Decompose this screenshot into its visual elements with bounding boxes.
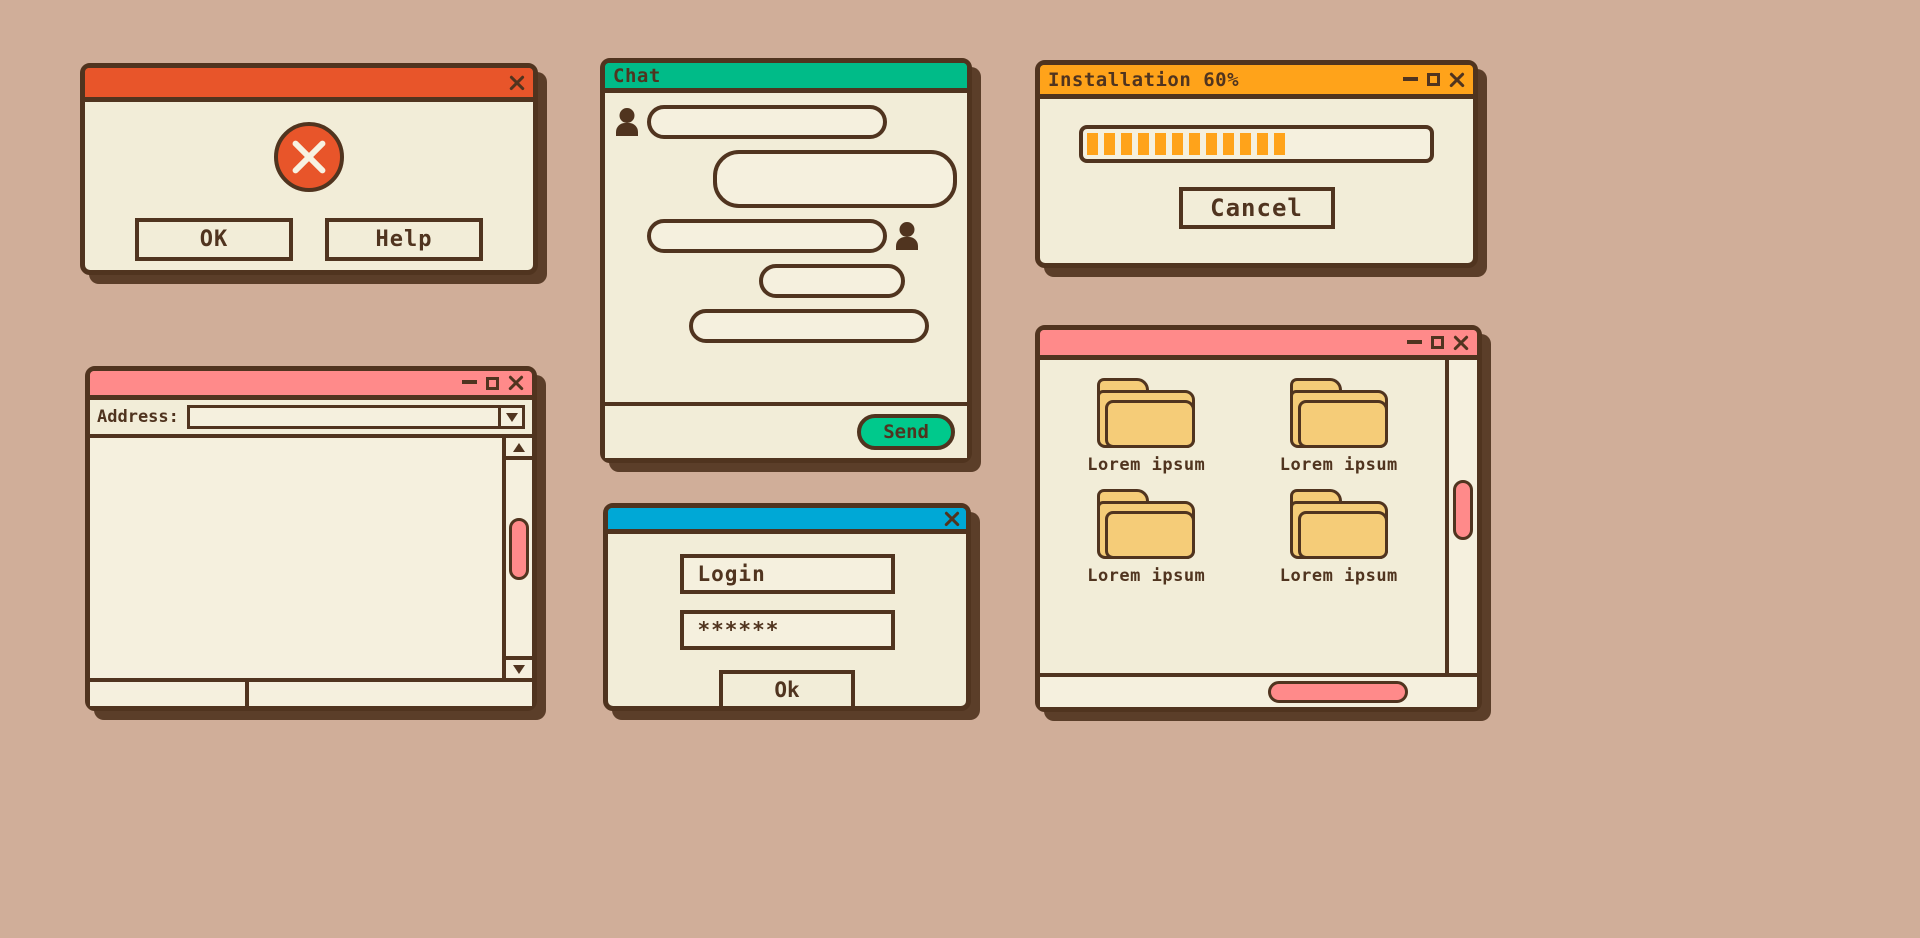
- username-field[interactable]: Login: [679, 554, 895, 594]
- error-dialog-window[interactable]: OK Help: [80, 63, 538, 275]
- chat-window[interactable]: Chat Send: [600, 58, 972, 463]
- browser-window[interactable]: Address:: [85, 366, 537, 711]
- close-icon[interactable]: [509, 75, 525, 91]
- address-dropdown-button[interactable]: [498, 408, 522, 426]
- password-field[interactable]: ******: [679, 610, 895, 650]
- folder-grid: Lorem ipsum Lorem ipsum Lorem ipsum Lore…: [1040, 360, 1449, 673]
- folder-item[interactable]: Lorem ipsum: [1050, 489, 1243, 586]
- installer-window[interactable]: Installation 60% Cancel: [1035, 60, 1478, 268]
- progress-bar: [1079, 125, 1434, 163]
- ok-button[interactable]: Ok: [719, 670, 855, 710]
- installer-window-controls[interactable]: [1403, 72, 1465, 88]
- close-icon[interactable]: [945, 512, 958, 525]
- address-input[interactable]: [190, 408, 498, 426]
- triangle-down-icon: [513, 664, 525, 674]
- chat-bubble[interactable]: [647, 219, 887, 253]
- error-dialog-body: OK Help: [85, 102, 533, 270]
- close-icon[interactable]: [1449, 72, 1465, 88]
- error-dialog-button-row: OK Help: [85, 218, 533, 261]
- file-explorer-main: Lorem ipsum Lorem ipsum Lorem ipsum Lore…: [1040, 360, 1477, 673]
- progress-bar-fill: [1087, 133, 1291, 155]
- login-window[interactable]: Login ****** Ok: [603, 503, 971, 711]
- triangle-up-icon: [513, 442, 525, 452]
- error-x-circle-icon: [274, 122, 344, 192]
- maximize-icon[interactable]: [1427, 73, 1440, 86]
- help-button[interactable]: Help: [325, 218, 483, 261]
- close-icon[interactable]: [508, 375, 524, 391]
- scroll-thumb-horizontal[interactable]: [1268, 681, 1408, 703]
- chat-message-row: [615, 219, 957, 253]
- send-button[interactable]: Send: [857, 414, 955, 450]
- user-avatar-icon: [895, 222, 919, 250]
- installer-titlebar[interactable]: Installation 60%: [1040, 65, 1473, 99]
- user-avatar-icon: [615, 108, 639, 136]
- address-field[interactable]: [186, 405, 525, 429]
- minimize-icon[interactable]: [462, 380, 477, 384]
- login-body: Login ****** Ok: [608, 534, 966, 710]
- folder-label: Lorem ipsum: [1087, 566, 1206, 586]
- scroll-up-button[interactable]: [506, 438, 532, 460]
- login-titlebar[interactable]: [608, 508, 966, 534]
- folder-icon: [1097, 489, 1196, 559]
- chat-bubble[interactable]: [759, 264, 905, 298]
- chat-message-row: [615, 105, 957, 139]
- chevron-down-icon: [505, 412, 518, 422]
- browser-content-row: [90, 438, 532, 678]
- browser-address-bar: Address:: [90, 400, 532, 438]
- login-window-controls[interactable]: [945, 512, 958, 525]
- installer-body: Cancel: [1040, 99, 1473, 263]
- folder-icon: [1289, 489, 1388, 559]
- file-explorer-window[interactable]: Lorem ipsum Lorem ipsum Lorem ipsum Lore…: [1035, 325, 1482, 712]
- chat-title: Chat: [613, 64, 661, 87]
- chat-footer: Send: [605, 402, 967, 458]
- file-explorer-vertical-scrollbar[interactable]: [1449, 360, 1477, 673]
- folder-icon: [1097, 378, 1196, 448]
- scroll-track[interactable]: [506, 460, 532, 656]
- file-explorer-window-controls[interactable]: [1407, 335, 1469, 351]
- chat-message-row: [615, 264, 957, 298]
- desktop-canvas: OK Help Address: Chat Send Login ****** …: [0, 0, 1920, 938]
- scroll-thumb[interactable]: [1453, 480, 1473, 540]
- chat-titlebar[interactable]: Chat: [605, 63, 967, 93]
- error-dialog-window-controls[interactable]: [509, 75, 525, 91]
- status-pane-right: [249, 682, 532, 706]
- browser-body: Address:: [90, 400, 532, 706]
- maximize-icon[interactable]: [486, 376, 499, 390]
- chat-message-row: [615, 309, 957, 343]
- browser-status-bar: [90, 678, 532, 706]
- chat-body: Send: [605, 93, 967, 458]
- error-dialog-titlebar[interactable]: [85, 68, 533, 102]
- scroll-thumb[interactable]: [509, 518, 529, 580]
- browser-vertical-scrollbar[interactable]: [506, 438, 532, 678]
- minimize-icon[interactable]: [1403, 76, 1418, 81]
- status-pane-left: [90, 682, 250, 706]
- file-explorer-body: Lorem ipsum Lorem ipsum Lorem ipsum Lore…: [1040, 360, 1477, 707]
- folder-label: Lorem ipsum: [1279, 455, 1398, 475]
- chat-bubble[interactable]: [689, 309, 929, 343]
- chat-bubble[interactable]: [713, 150, 957, 208]
- minimize-icon[interactable]: [1407, 339, 1422, 344]
- installer-title: Installation 60%: [1048, 68, 1240, 91]
- scroll-down-button[interactable]: [506, 656, 532, 678]
- chat-message-list: [605, 93, 967, 402]
- browser-window-controls[interactable]: [462, 375, 524, 391]
- folder-item[interactable]: Lorem ipsum: [1243, 378, 1436, 475]
- folder-icon: [1289, 378, 1388, 448]
- cancel-button[interactable]: Cancel: [1178, 187, 1335, 229]
- folder-item[interactable]: Lorem ipsum: [1050, 378, 1243, 475]
- chat-bubble[interactable]: [647, 105, 887, 139]
- ok-button[interactable]: OK: [135, 218, 293, 261]
- file-explorer-titlebar[interactable]: [1040, 330, 1477, 360]
- chat-message-row: [615, 150, 957, 208]
- folder-label: Lorem ipsum: [1087, 455, 1206, 475]
- maximize-icon[interactable]: [1431, 336, 1444, 349]
- browser-viewport[interactable]: [90, 438, 506, 678]
- file-explorer-horizontal-scrollbar[interactable]: [1040, 673, 1477, 707]
- address-label: Address:: [97, 407, 179, 427]
- folder-item[interactable]: Lorem ipsum: [1243, 489, 1436, 586]
- browser-titlebar[interactable]: [90, 371, 532, 400]
- close-icon[interactable]: [1453, 335, 1469, 351]
- folder-label: Lorem ipsum: [1279, 566, 1398, 586]
